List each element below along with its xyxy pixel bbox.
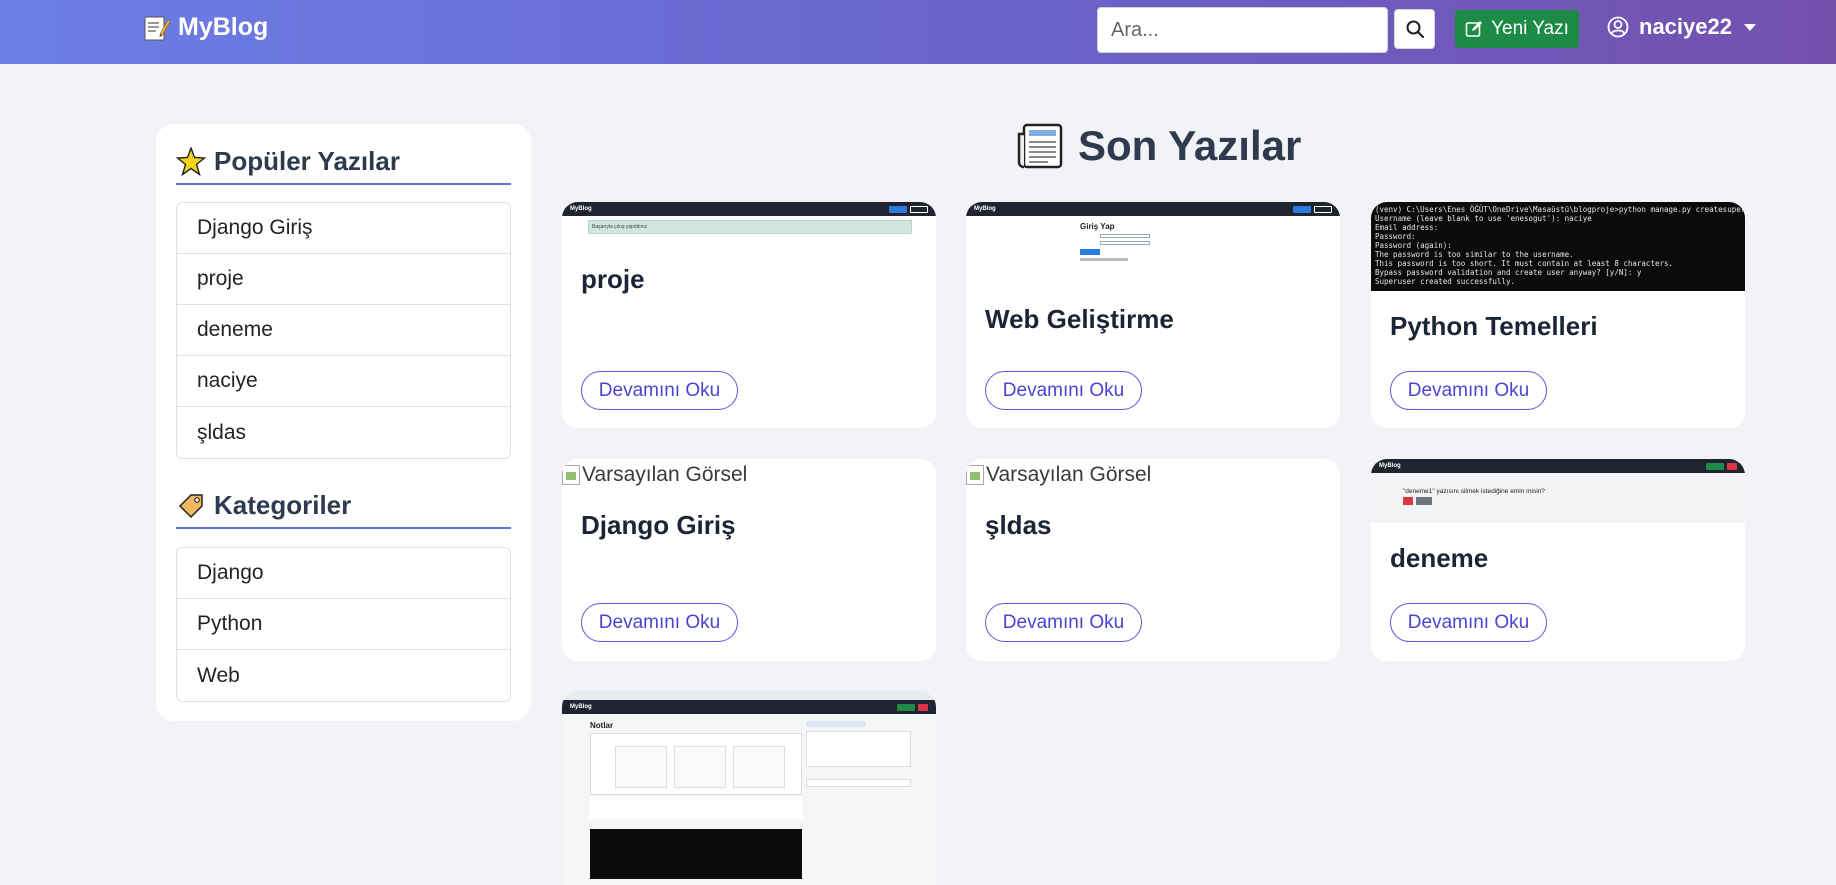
post-thumbnail: MyBlog Giriş Yap xyxy=(966,202,1340,284)
thumb-login-title: Giriş Yap xyxy=(1080,222,1115,231)
post-card: MyBlog Notlar xyxy=(562,691,936,885)
post-thumbnail: MyBlog Notlar xyxy=(562,691,936,885)
thumb-navbar: MyBlog xyxy=(562,700,936,714)
search-button[interactable] xyxy=(1394,9,1435,49)
label-tag-icon xyxy=(178,493,203,518)
post-title[interactable]: Web Geliştirme xyxy=(985,304,1174,335)
post-title[interactable]: proje xyxy=(581,264,645,295)
popular-posts-heading: Popüler Yazılar xyxy=(176,146,511,185)
read-more-button[interactable]: Devamını Oku xyxy=(581,603,738,642)
read-more-button[interactable]: Devamını Oku xyxy=(581,371,738,410)
categories-list: Django Python Web xyxy=(176,547,511,702)
post-thumbnail: MyBlog "deneme1" yazısını silmek istediğ… xyxy=(1371,459,1745,523)
thumb-navbar: MyBlog xyxy=(966,202,1340,216)
post-card: Varsayılan Görsel şldas Devamını Oku xyxy=(966,459,1340,661)
popular-posts-title: Popüler Yazılar xyxy=(214,146,400,176)
image-alt-text: Varsayılan Görsel xyxy=(986,463,1152,486)
broken-image-icon xyxy=(966,465,984,485)
thumb-navbar: MyBlog xyxy=(1371,459,1745,473)
categories-title: Kategoriler xyxy=(214,490,352,520)
post-card: Varsayılan Görsel Django Giriş Devamını … xyxy=(562,459,936,661)
terminal-line: Bypass password validation and create us… xyxy=(1375,268,1642,277)
category-item[interactable]: Python xyxy=(177,599,510,650)
popular-post-item[interactable]: deneme xyxy=(177,305,510,356)
brand-name: MyBlog xyxy=(178,13,269,41)
read-more-button[interactable]: Devamını Oku xyxy=(1390,371,1547,410)
thumb-navbar: MyBlog xyxy=(562,202,936,216)
user-dropdown[interactable]: naciye22 xyxy=(1607,14,1756,40)
terminal-line: Superuser created successfully. xyxy=(1375,277,1515,286)
thumb-brand: MyBlog xyxy=(974,206,996,212)
image-alt-text: Varsayılan Görsel xyxy=(582,463,748,486)
post-thumbnail: MyBlog Başarıyla çıkış yapıldınız xyxy=(562,202,936,242)
thumb-delete-question: "deneme1" yazısını silmek istediğine emi… xyxy=(1403,488,1545,495)
thumb-brand: MyBlog xyxy=(570,206,592,212)
popular-post-item[interactable]: şldas xyxy=(177,407,510,458)
post-card: MyBlog Başarıyla çıkış yapıldınız proje … xyxy=(562,202,936,428)
thumb-brand: MyBlog xyxy=(570,704,592,710)
search-icon xyxy=(1406,20,1424,39)
newspaper-icon xyxy=(1017,123,1063,169)
terminal-line: Password (again): xyxy=(1375,241,1452,250)
sidebar: Popüler Yazılar Django Giriş proje denem… xyxy=(156,124,531,721)
terminal-line: Password: xyxy=(1375,232,1416,241)
post-title[interactable]: deneme xyxy=(1390,543,1488,574)
read-more-button[interactable]: Devamını Oku xyxy=(985,603,1142,642)
edit-square-icon xyxy=(1465,21,1483,37)
new-post-label: Yeni Yazı xyxy=(1491,18,1569,39)
read-more-button[interactable]: Devamını Oku xyxy=(985,371,1142,410)
thumb-brand: MyBlog xyxy=(1379,463,1401,469)
categories-heading: Kategoriler xyxy=(176,490,511,529)
page-title: Son Yazılar xyxy=(1016,122,1301,170)
broken-image: Varsayılan Görsel xyxy=(966,463,1151,487)
terminal-line: This password is too short. It must cont… xyxy=(1375,259,1674,268)
post-card: (venv) C:\Users\Enes ÖĞÜT\OneDrive\Masaü… xyxy=(1371,202,1745,428)
post-card: MyBlog Giriş Yap Web Geliştirme Devamını… xyxy=(966,202,1340,428)
post-card: MyBlog "deneme1" yazısını silmek istediğ… xyxy=(1371,459,1745,661)
category-item[interactable]: Django xyxy=(177,548,510,599)
glowing-star-icon xyxy=(176,146,206,176)
broken-image: Varsayılan Görsel xyxy=(562,463,747,487)
post-title[interactable]: Python Temelleri xyxy=(1390,311,1598,342)
search-input[interactable] xyxy=(1097,7,1388,53)
username: naciye22 xyxy=(1639,14,1732,39)
read-more-button[interactable]: Devamını Oku xyxy=(1390,603,1547,642)
page-title-text: Son Yazılar xyxy=(1078,122,1302,169)
popular-posts-list: Django Giriş proje deneme naciye şldas xyxy=(176,202,511,459)
thumb-notes-title: Notlar xyxy=(590,721,614,730)
popular-post-item[interactable]: naciye xyxy=(177,356,510,407)
memo-icon xyxy=(144,16,170,40)
terminal-line: (venv) C:\Users\Enes ÖĞÜT\OneDrive\Masaü… xyxy=(1375,205,1745,214)
chevron-down-icon xyxy=(1743,23,1756,31)
thumb-alert: Başarıyla çıkış yapıldınız xyxy=(588,220,912,234)
terminal-line: The password is too similar to the usern… xyxy=(1375,250,1574,259)
post-thumbnail-terminal: (venv) C:\Users\Enes ÖĞÜT\OneDrive\Masaü… xyxy=(1371,202,1745,291)
navbar: MyBlog Yeni Yazı naciye22 xyxy=(0,0,1836,64)
brand-link[interactable]: MyBlog xyxy=(142,13,268,42)
new-post-button[interactable]: Yeni Yazı xyxy=(1455,10,1579,48)
popular-post-item[interactable]: Django Giriş xyxy=(177,203,510,254)
popular-post-item[interactable]: proje xyxy=(177,254,510,305)
broken-image-icon xyxy=(562,465,580,485)
category-item[interactable]: Web xyxy=(177,650,510,701)
terminal-line: Username (leave blank to use 'enesogut')… xyxy=(1375,214,1592,223)
post-title[interactable]: Django Giriş xyxy=(581,510,736,541)
user-circle-icon xyxy=(1607,16,1629,38)
thumb-login-form: Giriş Yap xyxy=(1080,222,1160,261)
post-title[interactable]: şldas xyxy=(985,510,1052,541)
terminal-line: Email address: xyxy=(1375,223,1439,232)
